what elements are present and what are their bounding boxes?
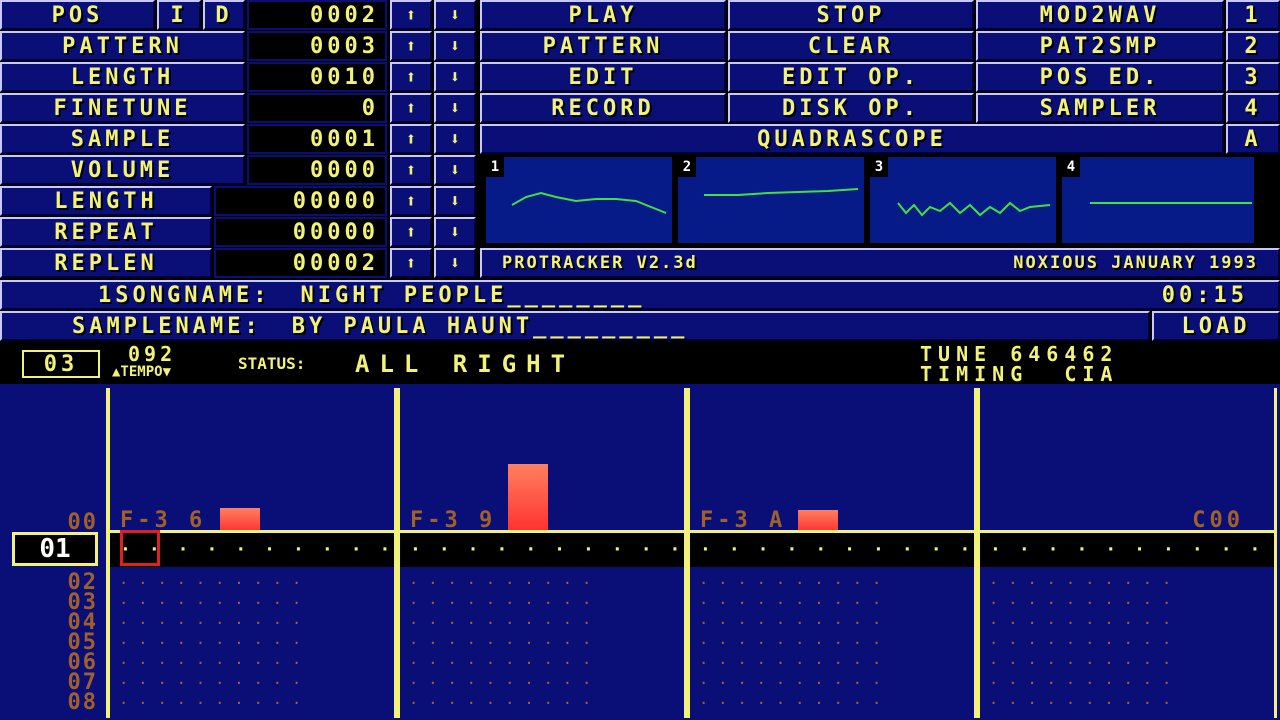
status-text: ALL RIGHT	[355, 350, 576, 378]
mod2wav-button[interactable]: MOD2WAV	[976, 0, 1224, 30]
volume-label: VOLUME	[0, 155, 245, 185]
repeat-up-icon[interactable]: ⬆	[390, 217, 432, 247]
songname-label: 1SONGNAME:	[98, 282, 271, 308]
pattern-number-display: 03	[22, 350, 100, 378]
record-button[interactable]: RECORD	[480, 93, 726, 123]
volume-value: 0000	[247, 155, 387, 185]
pos-value: 0002	[247, 0, 387, 30]
sample-length-value: 00000	[214, 186, 387, 216]
version-bar: PROTRACKER V2.3d NOXIOUS JANUARY 1993	[480, 248, 1280, 278]
row-number-column: 00 01 02 03 04 05 06 07 08	[4, 388, 109, 718]
current-row-number: 01	[12, 532, 98, 566]
sample-label: SAMPLE	[0, 124, 245, 154]
replen-up-icon[interactable]: ⬆	[390, 248, 432, 278]
replen-label: REPLEN	[0, 248, 212, 278]
scope-3-wave	[897, 201, 1051, 217]
length-label: LENGTH	[0, 62, 245, 92]
length-value: 0010	[247, 62, 387, 92]
scope-mode-button[interactable]: A	[1226, 124, 1280, 154]
channel-2-cursor-row: ··········	[400, 530, 684, 567]
pattern-label: PATTERN	[0, 31, 245, 61]
pos-down-icon[interactable]: ⬇	[434, 0, 476, 30]
quadrascope-button[interactable]: QUADRASCOPE	[480, 124, 1224, 154]
finetune-down-icon[interactable]: ⬇	[434, 93, 476, 123]
pattern-up-icon[interactable]: ⬆	[390, 31, 432, 61]
tempo-control[interactable]: ▲TEMPO▼	[112, 364, 171, 380]
songname-field[interactable]: NIGHT PEOPLE________	[300, 283, 645, 308]
status-label: STATUS:	[238, 354, 306, 373]
delete-button[interactable]: D	[203, 0, 245, 30]
edit-op-button[interactable]: EDIT OP.	[728, 62, 974, 92]
edit-cursor[interactable]	[120, 530, 160, 566]
scope-3: 3	[868, 155, 1058, 245]
channel-1-vu-meter	[220, 508, 260, 532]
finetune-up-icon[interactable]: ⬆	[390, 93, 432, 123]
sample-length-down-icon[interactable]: ⬇	[434, 186, 476, 216]
clear-button[interactable]: CLEAR	[728, 31, 974, 61]
scope-2: 2	[676, 155, 866, 245]
stop-button[interactable]: STOP	[728, 0, 974, 30]
finetune-value: 0	[247, 93, 387, 123]
load-button[interactable]: LOAD	[1152, 311, 1280, 341]
song-time: 00:15	[1161, 282, 1248, 308]
sample-length-label: LENGTH	[0, 186, 212, 216]
sample-down-icon[interactable]: ⬇	[434, 124, 476, 154]
pattern-button[interactable]: PATTERN	[480, 31, 726, 61]
pattern-value: 0003	[247, 31, 387, 61]
timing-display: TIMING CIA	[920, 362, 1119, 386]
scope-2-wave	[704, 188, 859, 196]
scope-1: 1	[484, 155, 674, 245]
edit-button[interactable]: EDIT	[480, 62, 726, 92]
screen-3-button[interactable]: 3	[1226, 62, 1280, 92]
sample-length-up-icon[interactable]: ⬆	[390, 186, 432, 216]
tempo-value: 092	[128, 342, 177, 366]
scope-4: 4	[1060, 155, 1256, 245]
screen-1-button[interactable]: 1	[1226, 0, 1280, 30]
sample-value: 0001	[247, 124, 387, 154]
sampler-button[interactable]: SAMPLER	[976, 93, 1224, 123]
pos-ed-button[interactable]: POS ED.	[976, 62, 1224, 92]
channel-2-vu-meter	[508, 464, 548, 532]
pos-label: POS	[0, 0, 155, 30]
samplename-bar: SAMPLENAME: BY PAULA HAUNT_________	[0, 311, 1150, 341]
channel-2[interactable]: F-3 9 ·········· ·········· ·········· ·…	[397, 388, 687, 718]
status-bar: 03 092 ▲TEMPO▼ STATUS: ALL RIGHT TUNE 64…	[0, 342, 1280, 386]
scope-1-wave	[511, 191, 667, 214]
screen-4-button[interactable]: 4	[1226, 93, 1280, 123]
repeat-value: 00000	[214, 217, 387, 247]
credit-text: NOXIOUS JANUARY 1993	[1013, 253, 1258, 273]
row-number: 08	[67, 690, 98, 715]
quadrascope-area: 1 2 3 4	[480, 155, 1280, 247]
channel-3-cursor-row: ··········	[690, 530, 974, 567]
pos-up-icon[interactable]: ⬆	[390, 0, 432, 30]
songname-bar: 1SONGNAME: NIGHT PEOPLE________ 00:15	[0, 280, 1280, 310]
pattern-down-icon[interactable]: ⬇	[434, 31, 476, 61]
channel-3[interactable]: F-3 A ·········· ·········· ·········· ·…	[687, 388, 977, 718]
channel-4-cursor-row: ··········	[980, 530, 1274, 567]
finetune-label: FINETUNE	[0, 93, 245, 123]
scope-4-wave	[1090, 202, 1252, 204]
replen-value: 00002	[214, 248, 387, 278]
version-text: PROTRACKER V2.3d	[502, 253, 698, 273]
screen-2-button[interactable]: 2	[1226, 31, 1280, 61]
insert-button[interactable]: I	[157, 0, 201, 30]
channel-4[interactable]: C00 ·········· ·········· ·········· ···…	[977, 388, 1277, 718]
repeat-down-icon[interactable]: ⬇	[434, 217, 476, 247]
play-button[interactable]: PLAY	[480, 0, 726, 30]
length-down-icon[interactable]: ⬇	[434, 62, 476, 92]
channel-3-vu-meter	[798, 510, 838, 532]
volume-up-icon[interactable]: ⬆	[390, 155, 432, 185]
channel-1[interactable]: F-3 6 ·········· ·········· ·········· ·…	[107, 388, 397, 718]
repeat-label: REPEAT	[0, 217, 212, 247]
replen-down-icon[interactable]: ⬇	[434, 248, 476, 278]
pat2smp-button[interactable]: PAT2SMP	[976, 31, 1224, 61]
length-up-icon[interactable]: ⬆	[390, 62, 432, 92]
samplename-label: SAMPLENAME:	[72, 313, 262, 339]
samplename-field[interactable]: BY PAULA HAUNT_________	[292, 314, 689, 339]
disk-op-button[interactable]: DISK OP.	[728, 93, 974, 123]
protracker-screen: POS I D 0002 ⬆ ⬇ PATTERN 0003 ⬆ ⬇ LENGTH…	[0, 0, 1280, 720]
volume-down-icon[interactable]: ⬇	[434, 155, 476, 185]
sample-up-icon[interactable]: ⬆	[390, 124, 432, 154]
